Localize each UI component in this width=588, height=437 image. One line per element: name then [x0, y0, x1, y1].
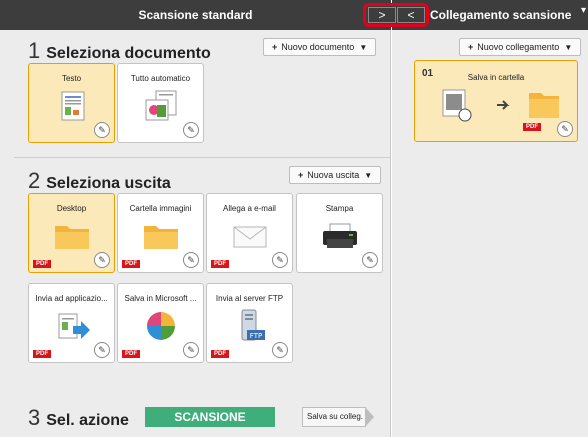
pdf-badge: PDF — [211, 350, 229, 358]
document-tile-testo[interactable]: Testo ✎ — [28, 63, 115, 143]
scan-link-title: Collegamento scansione — [430, 8, 572, 22]
edit-pencil-icon[interactable]: ✎ — [272, 342, 288, 358]
edit-pencil-icon[interactable]: ✎ — [557, 121, 573, 137]
pdf-badge: PDF — [122, 260, 140, 268]
new-document-label: Nuovo documento — [281, 42, 355, 52]
printer-icon — [323, 223, 357, 248]
new-link-label: Nuovo collegamento — [477, 42, 560, 52]
scroll-right-button[interactable]: > — [368, 7, 396, 23]
new-output-button[interactable]: + Nuova uscita ▼ — [289, 166, 382, 184]
scan-link-pane: Collegamento scansione ▾ + Nuovo collegam… — [392, 0, 588, 437]
text-document-icon — [61, 91, 85, 121]
pane-navigation-highlight: > < — [363, 3, 429, 27]
standard-scan-pane: Scansione standard 1 Seleziona documento … — [0, 0, 391, 437]
tile-label: Allega a e-mail — [223, 204, 276, 213]
edit-pencil-icon[interactable]: ✎ — [362, 252, 378, 268]
section-title: Seleziona documento — [46, 45, 211, 62]
scan-to-folder-icon — [442, 89, 559, 122]
edit-pencil-icon[interactable]: ✎ — [183, 342, 199, 358]
plus-icon: + — [272, 42, 278, 52]
tile-label: Stampa — [325, 204, 354, 213]
folder-icon — [144, 226, 178, 249]
section-divider — [14, 157, 390, 158]
output-tile-cartella-immagini[interactable]: Cartella immagini PDF ✎ — [117, 193, 204, 273]
scan-button[interactable]: SCANSIONE — [145, 407, 275, 427]
output-tile-allega-email[interactable]: Allega a e-mail PDF ✎ — [206, 193, 293, 273]
tile-label: Invia ad applicazio... — [35, 294, 108, 303]
output-tile-desktop[interactable]: Desktop PDF ✎ — [28, 193, 115, 273]
envelope-icon — [233, 226, 267, 248]
standard-scan-title: Scansione standard — [138, 8, 253, 22]
ftp-server-icon: FTP — [241, 309, 265, 341]
send-to-app-icon — [58, 313, 90, 339]
folder-icon — [55, 226, 89, 249]
plus-icon: + — [298, 170, 304, 180]
tile-label: Salva in Microsoft ... — [124, 294, 197, 303]
microsoft-circle-icon — [147, 312, 175, 340]
tile-label: Testo — [61, 74, 82, 83]
edit-pencil-icon[interactable]: ✎ — [94, 252, 110, 268]
new-output-label: Nuova uscita — [307, 170, 360, 180]
edit-pencil-icon[interactable]: ✎ — [183, 122, 199, 138]
tile-label: Tutto automatico — [130, 74, 191, 83]
new-document-button[interactable]: + Nuovo documento ▼ — [263, 38, 377, 56]
plus-icon: + — [468, 42, 474, 52]
section-title: Seleziona uscita — [46, 175, 171, 192]
collapse-arrow-icon[interactable]: ▾ — [581, 5, 586, 16]
output-tile-salva-microsoft[interactable]: Salva in Microsoft ... PDF ✎ — [117, 283, 204, 363]
svg-text:FTP: FTP — [250, 332, 262, 340]
section-title: Sel. azione — [46, 412, 129, 429]
section-number: 2 — [28, 168, 41, 193]
output-tile-invia-ftp[interactable]: Invia al server FTP FTP PDF ✎ — [206, 283, 293, 363]
tile-label: Cartella immagini — [129, 204, 192, 213]
section-select-action: 3 Sel. azione — [28, 405, 129, 431]
save-to-link-button[interactable]: Salva su colleg. — [302, 407, 374, 427]
edit-pencil-icon[interactable]: ✎ — [272, 252, 288, 268]
pdf-badge: PDF — [33, 260, 51, 268]
scroll-left-button[interactable]: < — [397, 7, 425, 23]
link-label: Salva in cartella — [467, 73, 525, 82]
output-tile-stampa[interactable]: Stampa ✎ — [296, 193, 383, 273]
standard-scan-header: Scansione standard — [0, 0, 391, 30]
dropdown-caret-icon: ▼ — [359, 43, 368, 52]
pdf-badge: PDF — [33, 350, 51, 358]
pdf-badge: PDF — [122, 350, 140, 358]
pdf-badge: PDF — [211, 260, 229, 268]
new-link-button[interactable]: + Nuovo collegamento ▼ — [459, 38, 582, 56]
edit-pencil-icon[interactable]: ✎ — [94, 122, 110, 138]
edit-pencil-icon[interactable]: ✎ — [94, 342, 110, 358]
scan-link-tile-01[interactable]: 01 Salva in cartella PDF ✎ — [414, 60, 578, 142]
section-select-output: 2 Seleziona uscita — [28, 168, 171, 194]
tile-label: Invia al server FTP — [215, 294, 284, 303]
section-number: 3 — [28, 405, 41, 430]
section-select-document: 1 Seleziona documento — [28, 38, 211, 64]
section-number: 1 — [28, 38, 41, 63]
output-tile-invia-applicazione[interactable]: Invia ad applicazio... PDF ✎ — [28, 283, 115, 363]
edit-pencil-icon[interactable]: ✎ — [183, 252, 199, 268]
document-tile-tutto-automatico[interactable]: Tutto automatico ✎ — [117, 63, 204, 143]
pdf-badge: PDF — [523, 123, 541, 131]
dropdown-caret-icon: ▼ — [564, 43, 573, 52]
tile-label: Desktop — [56, 204, 87, 213]
auto-image-icon — [145, 90, 177, 121]
dropdown-caret-icon: ▼ — [364, 171, 373, 180]
